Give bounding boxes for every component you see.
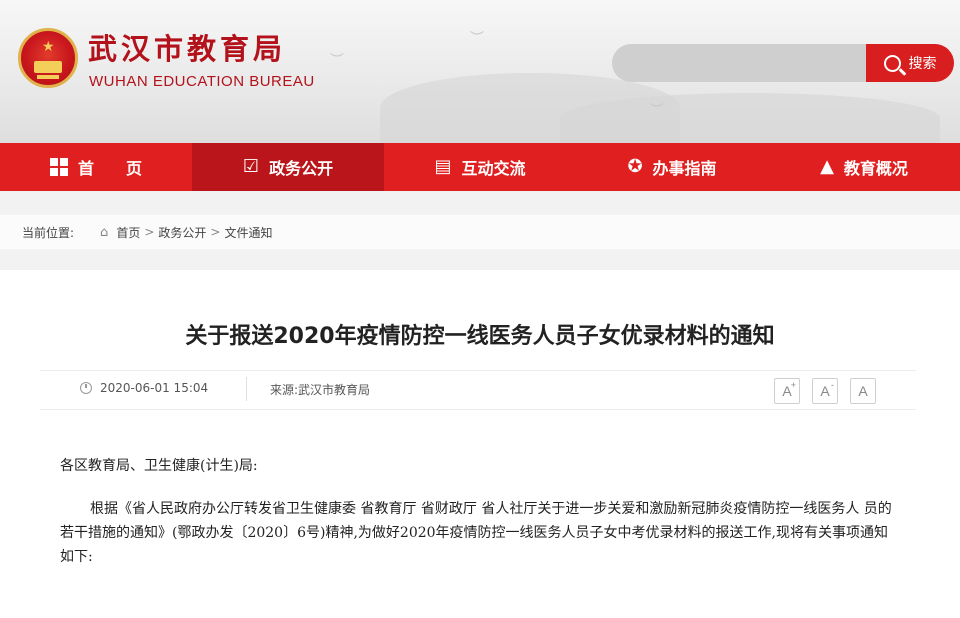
nav-item-label: 办事指南 bbox=[652, 159, 717, 178]
article-source: 来源:武汉市教育局 bbox=[270, 383, 371, 397]
font-reset-button[interactable]: A bbox=[850, 378, 876, 404]
site-subtitle: WUHAN EDUCATION BUREAU bbox=[89, 73, 315, 90]
nav-item-interaction[interactable]: ▤ 互动交流 bbox=[384, 143, 576, 191]
calendar-check-icon: ☑ bbox=[242, 156, 260, 177]
article: 关于报送2020年疫情防控一线医务人员子女优录材料的通知 2020-06-01 … bbox=[0, 270, 960, 618]
home-grid-icon bbox=[49, 158, 68, 176]
bird-icon: ︶ bbox=[470, 31, 484, 47]
nav-item-education-overview[interactable]: ▲ 教育概况 bbox=[768, 143, 960, 191]
font-increase-button[interactable]: A + bbox=[774, 378, 800, 404]
site-title[interactable]: 武汉市教育局 bbox=[88, 32, 286, 66]
main-nav: 首 页 ☑ 政务公开 ▤ 互动交流 ✪ 办事指南 ▲ 教育概况 bbox=[0, 143, 960, 191]
search-button-label: 搜索 bbox=[908, 56, 937, 72]
breadcrumb-link-government-affairs[interactable]: 政务公开 bbox=[158, 224, 206, 241]
search-input[interactable] bbox=[612, 44, 868, 82]
mountain-decoration bbox=[560, 93, 940, 143]
nav-item-home[interactable]: 首 页 bbox=[0, 143, 192, 191]
star-icon: ★ bbox=[42, 39, 55, 55]
search-button[interactable]: 搜索 bbox=[866, 44, 954, 82]
datetime-text: 2020-06-01 15:04 bbox=[100, 381, 209, 395]
breadcrumb-link-notices[interactable]: 文件通知 bbox=[224, 224, 272, 241]
breadcrumb-separator: > bbox=[210, 225, 221, 239]
article-title: 关于报送2020年疫情防控一线医务人员子女优录材料的通知 bbox=[185, 324, 775, 349]
bird-icon: ︶ bbox=[330, 53, 344, 69]
font-size-controls: A + A- A bbox=[774, 378, 876, 404]
article-datetime: 2020-06-01 15:04 bbox=[80, 381, 208, 395]
article-body: 各区教育局、卫生健康(计生)局: 根据《省人民政府办公厅转发省卫生健康委 省教育… bbox=[60, 455, 900, 569]
national-emblem-logo[interactable]: ★ bbox=[18, 28, 78, 88]
nav-item-service-guide[interactable]: ✪ 办事指南 bbox=[576, 143, 768, 191]
search-box bbox=[612, 44, 868, 82]
nav-item-label: 首 页 bbox=[77, 159, 142, 178]
nav-item-label: 政务公开 bbox=[269, 159, 334, 178]
meta-divider bbox=[246, 377, 247, 401]
nav-item-government-affairs[interactable]: ☑ 政务公开 bbox=[192, 143, 384, 191]
home-icon[interactable]: ⌂ bbox=[100, 225, 108, 240]
bird-icon: ︶ bbox=[650, 103, 664, 119]
document-icon: ▤ bbox=[434, 156, 452, 177]
search-icon bbox=[883, 54, 901, 72]
nav-item-label: 教育概况 bbox=[843, 159, 908, 178]
breadcrumb-separator: > bbox=[144, 225, 155, 239]
article-salutation: 各区教育局、卫生健康(计生)局: bbox=[60, 458, 258, 474]
clock-icon bbox=[80, 382, 92, 394]
nav-item-label: 互动交流 bbox=[461, 159, 526, 178]
breadcrumb-label: 当前位置: bbox=[22, 225, 75, 240]
breadcrumb: 当前位置: ⌂ 首页 > 政务公开 > 文件通知 bbox=[0, 215, 960, 249]
graduation-cap-icon: ▲ bbox=[820, 156, 834, 177]
article-paragraph: 根据《省人民政府办公厅转发省卫生健康委 省教育厅 省财政厅 省人社厅关于进一步关… bbox=[60, 501, 892, 565]
article-meta: 2020-06-01 15:04 来源:武汉市教育局 A + A- A bbox=[40, 370, 916, 410]
site-header: ︶ ︶ ︶ ★ 武汉市教育局 WUHAN EDUCATION BUREAU 搜索 bbox=[0, 0, 960, 143]
breadcrumb-link-home[interactable]: 首页 bbox=[116, 224, 140, 241]
star-badge-icon: ✪ bbox=[627, 156, 643, 177]
font-decrease-button[interactable]: A- bbox=[812, 378, 838, 404]
